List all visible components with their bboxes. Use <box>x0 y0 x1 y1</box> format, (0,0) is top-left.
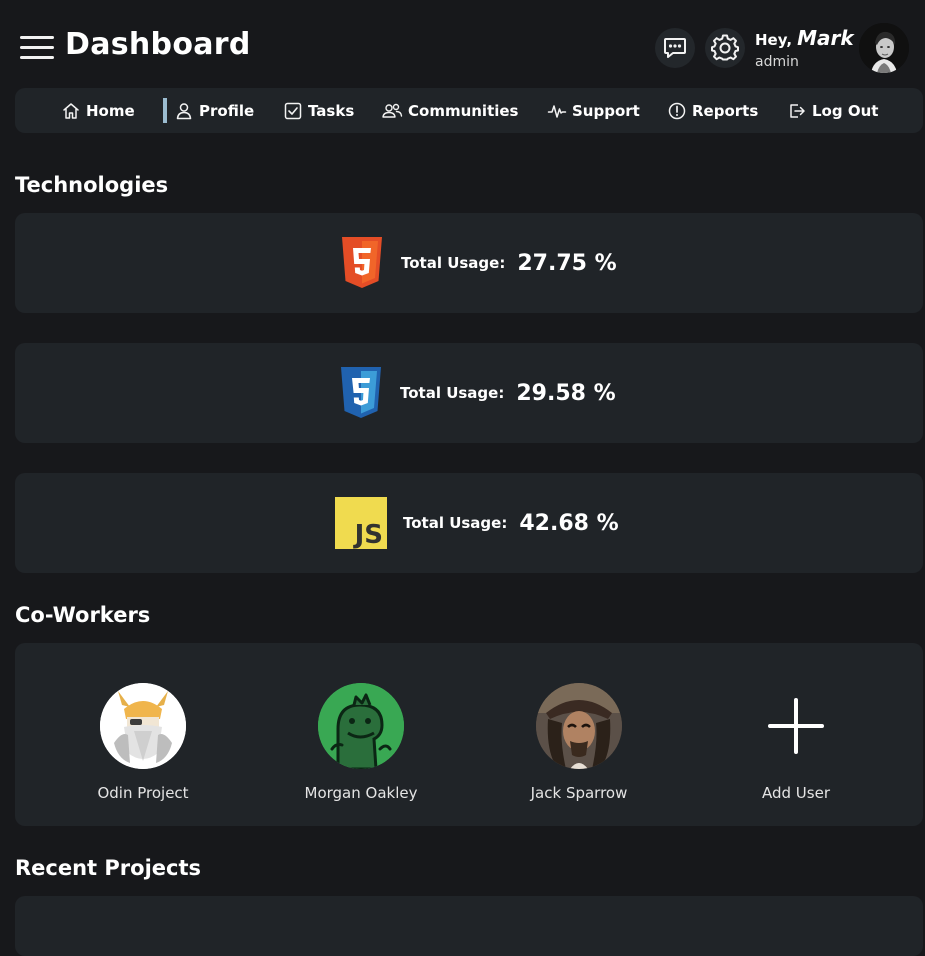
javascript-logo-icon: JS <box>335 497 387 549</box>
tech-row: JS Total Usage: 42.68 % <box>335 473 619 573</box>
coworkers-card: Odin Project Morgan Oakley Jack Sparrow … <box>15 643 923 826</box>
user-avatar[interactable] <box>859 23 909 73</box>
users-icon <box>382 103 403 118</box>
tech-row: Total Usage: 27.75 % <box>339 213 617 313</box>
greeting-text: Hey, <box>755 31 793 49</box>
active-nav-indicator <box>163 98 167 123</box>
pirate-avatar-icon <box>536 683 622 769</box>
recent-projects-card <box>15 896 923 956</box>
page-title: Dashboard <box>65 27 251 62</box>
nav-label: Profile <box>199 101 255 120</box>
header: Dashboard Hey, Mark admin <box>0 0 925 88</box>
avatar <box>318 683 404 769</box>
nav-item-reports[interactable]: Reports <box>667 88 758 133</box>
home-icon <box>63 102 79 119</box>
add-user-button[interactable]: Add User <box>706 683 886 802</box>
odin-avatar-icon <box>100 683 186 769</box>
nav-label: Reports <box>692 101 759 120</box>
nav-item-support[interactable]: Support <box>547 88 640 133</box>
user-role: admin <box>755 54 799 70</box>
css3-logo-icon <box>341 367 381 418</box>
technologies-heading: Technologies <box>15 173 169 197</box>
usage-label: Total Usage: <box>403 514 508 532</box>
settings-button[interactable] <box>705 28 745 68</box>
tech-card-html: Total Usage: 27.75 % <box>15 213 923 313</box>
avatar <box>536 683 622 769</box>
nav-item-logout[interactable]: Log Out <box>787 88 878 133</box>
pulse-icon <box>547 104 567 118</box>
nav-item-tasks[interactable]: Tasks <box>283 88 354 133</box>
tech-card-js: JS Total Usage: 42.68 % <box>15 473 923 573</box>
nav-label: Support <box>572 101 640 120</box>
coworker-name: Jack Sparrow <box>530 784 628 802</box>
coworker-name: Odin Project <box>97 784 189 802</box>
nav-item-home[interactable]: Home <box>61 88 135 133</box>
tech-card-css: Total Usage: 29.58 % <box>15 343 923 443</box>
html5-logo-icon <box>342 237 382 288</box>
coworker-item[interactable]: Odin Project <box>53 683 233 802</box>
nav-label: Log Out <box>812 101 879 120</box>
tech-row: Total Usage: 29.58 % <box>338 343 616 443</box>
hamburger-menu-icon[interactable] <box>20 36 54 60</box>
nav-label: Communities <box>408 101 519 120</box>
user-icon <box>176 102 192 119</box>
nav-item-communities[interactable]: Communities <box>381 88 519 133</box>
nav-label: Home <box>86 101 135 120</box>
svg-text:JS: JS <box>353 520 383 549</box>
alert-circle-icon <box>668 102 686 119</box>
gear-icon <box>711 34 739 61</box>
usage-value: 29.58 % <box>516 380 616 406</box>
nav-label: Tasks <box>308 101 355 120</box>
usage-label: Total Usage: <box>401 254 506 272</box>
usage-value: 27.75 % <box>517 250 617 276</box>
user-name: Mark <box>797 26 854 50</box>
recent-projects-heading: Recent Projects <box>15 856 202 880</box>
checkbox-icon <box>284 102 302 119</box>
add-user-label: Add User <box>762 784 830 802</box>
plus-icon <box>768 698 824 754</box>
nav-item-profile[interactable]: Profile <box>174 88 254 133</box>
dinosaur-avatar-icon <box>318 683 404 769</box>
chat-icon <box>664 38 686 58</box>
usage-value: 42.68 % <box>519 510 619 536</box>
chat-button[interactable] <box>655 28 695 68</box>
coworkers-heading: Co-Workers <box>15 603 151 627</box>
user-greeting: Hey, Mark admin <box>755 26 854 69</box>
usage-label: Total Usage: <box>400 384 505 402</box>
avatar <box>100 683 186 769</box>
user-photo <box>859 23 909 73</box>
coworker-item[interactable]: Jack Sparrow <box>489 683 669 802</box>
logout-icon <box>790 103 805 118</box>
main-nav: Home Profile Tasks Communities Support R… <box>15 88 923 133</box>
add-icon-wrap <box>753 683 839 769</box>
coworker-name: Morgan Oakley <box>304 784 418 802</box>
coworker-item[interactable]: Morgan Oakley <box>271 683 451 802</box>
